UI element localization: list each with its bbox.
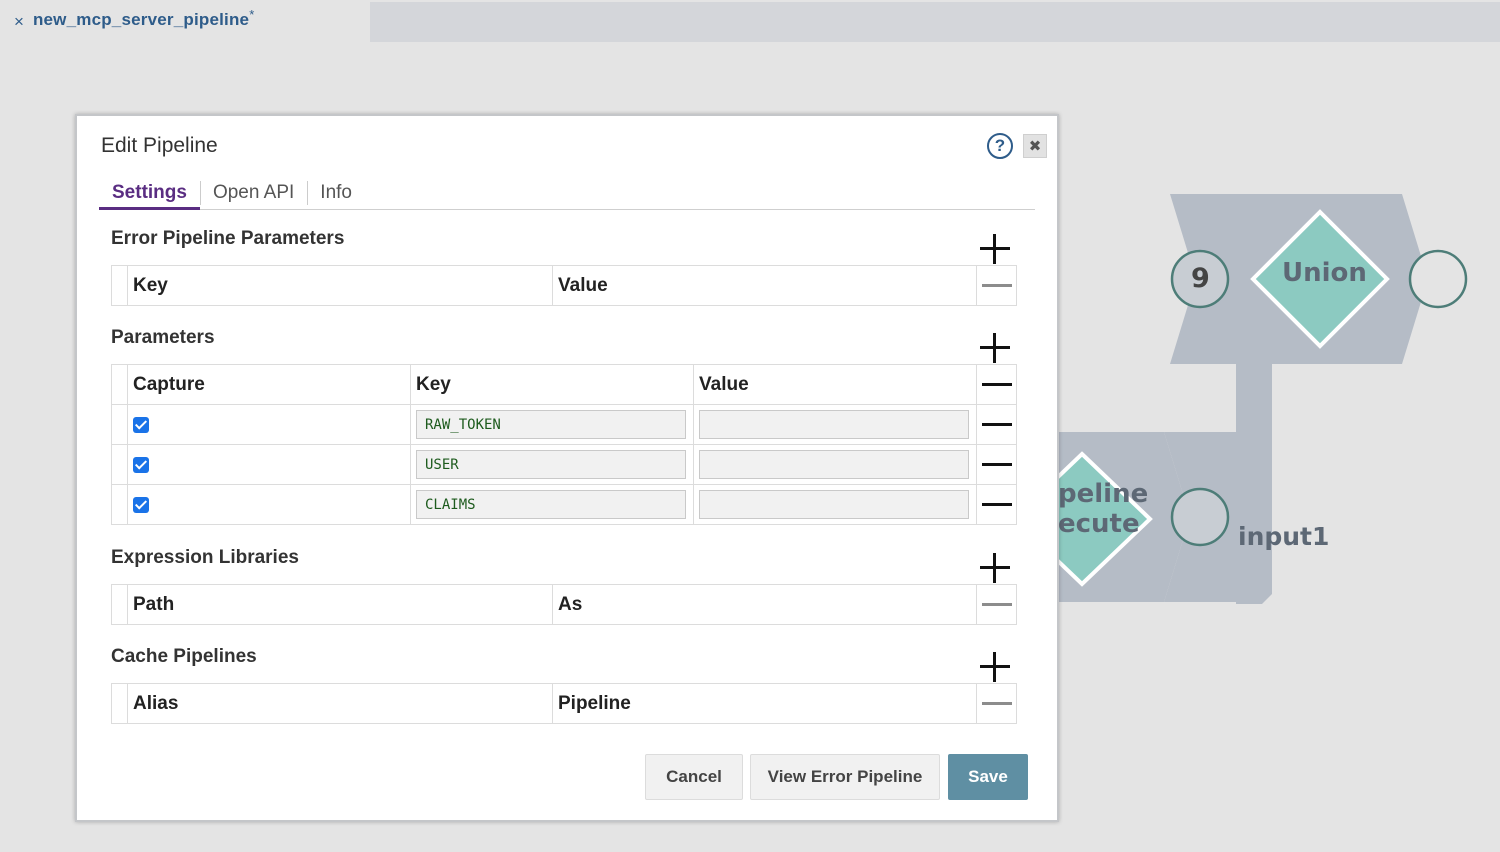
edit-pipeline-dialog: Edit Pipeline ? ✖ Settings Open API Info… [75, 114, 1059, 822]
params-title: Parameters [111, 327, 215, 348]
capture-checkbox[interactable] [133, 456, 149, 473]
row-gutter [111, 683, 128, 724]
table-header-row: Alias Pipeline [111, 683, 1017, 724]
pipeline-tab-title: new_mcp_server_pipeline [32, 10, 250, 29]
remove-all-params-button[interactable] [976, 364, 1017, 405]
minus-icon [982, 503, 1012, 506]
add-cache-pipeline-button[interactable] [979, 651, 1011, 683]
minus-icon [982, 284, 1012, 287]
tab-info[interactable]: Info [307, 180, 365, 210]
params-table: Capture Key Value RAW_TOKEN USER CLAIMS [111, 364, 1017, 525]
remove-cache-pipeline-button[interactable] [976, 683, 1017, 724]
remove-param-button[interactable] [976, 484, 1017, 525]
value-cell [693, 484, 977, 525]
minus-icon [982, 463, 1012, 466]
snap-connector [1236, 360, 1272, 604]
table-row: USER [111, 444, 1017, 485]
union-badge-count: 9 [1191, 263, 1210, 294]
minus-icon [982, 603, 1012, 606]
error-params-table: Key Value [111, 265, 1017, 306]
param-value-input[interactable] [699, 410, 969, 439]
table-header-row: Capture Key Value [111, 364, 1017, 405]
param-value-input[interactable] [699, 490, 969, 519]
row-gutter [111, 584, 128, 625]
capture-cell [127, 484, 411, 525]
key-cell: CLAIMS [410, 484, 694, 525]
help-icon[interactable]: ? [987, 133, 1013, 159]
close-dialog-icon[interactable]: ✖ [1023, 134, 1047, 158]
pipeline-input-port[interactable] [1170, 487, 1230, 547]
input-view-label: input1 [1238, 522, 1330, 551]
unsaved-marker: * [249, 6, 255, 22]
param-key-input[interactable]: RAW_TOKEN [416, 410, 686, 439]
value-cell [693, 444, 977, 485]
param-key-input[interactable]: CLAIMS [416, 490, 686, 519]
save-button[interactable]: Save [948, 754, 1028, 800]
key-cell: USER [410, 444, 694, 485]
remove-error-param-button[interactable] [976, 265, 1017, 306]
col-header-key: Key [410, 364, 694, 405]
dialog-tabs: Settings Open API Info [99, 180, 1035, 210]
value-cell [693, 404, 977, 445]
view-error-pipeline-button[interactable]: View Error Pipeline [750, 754, 940, 800]
tab-bar-empty-area [370, 2, 1500, 42]
expr-libs-title: Expression Libraries [111, 547, 299, 568]
table-header-row: Key Value [111, 265, 1017, 306]
editor-tab-bar: × new_mcp_server_pipeline * [0, 0, 1500, 42]
pipeline-snap-label-line1: peline [1058, 479, 1149, 509]
col-header-path: Path [127, 584, 553, 625]
cache-pipelines-title: Cache Pipelines [111, 646, 257, 667]
expr-libs-table: Path As [111, 584, 1017, 625]
col-header-alias: Alias [127, 683, 553, 724]
cancel-button[interactable]: Cancel [645, 754, 743, 800]
add-param-button[interactable] [979, 332, 1011, 364]
pipeline-snap-label-line2: ecute [1058, 509, 1140, 539]
union-output-port[interactable] [1408, 249, 1468, 309]
tab-settings[interactable]: Settings [99, 180, 200, 210]
error-params-title: Error Pipeline Parameters [111, 228, 345, 249]
table-row: RAW_TOKEN [111, 404, 1017, 445]
minus-icon [982, 383, 1012, 386]
pipeline-tab[interactable]: × new_mcp_server_pipeline * [0, 0, 370, 42]
col-header-value: Value [693, 364, 977, 405]
row-gutter [111, 404, 128, 445]
col-header-value: Value [552, 265, 977, 306]
col-header-key: Key [127, 265, 553, 306]
remove-param-button[interactable] [976, 404, 1017, 445]
param-value-input[interactable] [699, 450, 969, 479]
col-header-pipeline: Pipeline [552, 683, 977, 724]
minus-icon [982, 702, 1012, 705]
key-cell: RAW_TOKEN [410, 404, 694, 445]
add-expr-lib-button[interactable] [979, 552, 1011, 584]
col-header-as: As [552, 584, 977, 625]
add-error-param-button[interactable] [979, 233, 1011, 265]
capture-checkbox[interactable] [133, 416, 149, 433]
param-key-input[interactable]: USER [416, 450, 686, 479]
capture-cell [127, 404, 411, 445]
remove-expr-lib-button[interactable] [976, 584, 1017, 625]
row-gutter [111, 265, 128, 306]
row-gutter [111, 484, 128, 525]
tab-open-api[interactable]: Open API [199, 180, 307, 210]
remove-param-button[interactable] [976, 444, 1017, 485]
dialog-title: Edit Pipeline [101, 134, 218, 157]
minus-icon [982, 423, 1012, 426]
table-header-row: Path As [111, 584, 1017, 625]
table-row: CLAIMS [111, 484, 1017, 525]
capture-cell [127, 444, 411, 485]
row-gutter [111, 444, 128, 485]
capture-checkbox[interactable] [133, 496, 149, 513]
close-tab-icon[interactable]: × [14, 13, 24, 30]
union-snap-label: Union [1282, 258, 1367, 288]
cache-pipelines-table: Alias Pipeline [111, 683, 1017, 724]
col-header-capture: Capture [127, 364, 411, 405]
row-gutter [111, 364, 128, 405]
